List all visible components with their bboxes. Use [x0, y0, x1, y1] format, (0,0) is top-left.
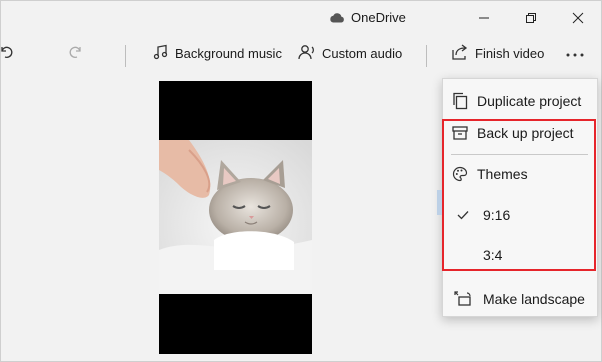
menu-item-label: 3:4 — [483, 247, 503, 263]
menu-item-aspect-9-16[interactable]: 9:16 — [443, 199, 597, 231]
menu-item-label: Duplicate project — [477, 93, 582, 109]
onedrive-label: OneDrive — [351, 10, 406, 25]
custom-audio-label: Custom audio — [322, 45, 403, 61]
background-music-label: Background music — [175, 45, 282, 61]
menu-item-label: 9:16 — [483, 207, 511, 223]
redo-button[interactable] — [67, 35, 83, 71]
toolbar-divider — [125, 45, 126, 67]
toolbar: Background music Custom audio Finish vid… — [1, 35, 601, 71]
person-audio-icon — [298, 44, 316, 63]
menu-item-duplicate-project[interactable]: Duplicate project — [443, 85, 597, 117]
background-music-button[interactable]: Background music — [153, 35, 282, 71]
ellipsis-icon — [565, 46, 585, 61]
close-button[interactable] — [567, 7, 589, 29]
undo-button[interactable] — [1, 35, 15, 71]
toolbar-divider — [426, 45, 427, 67]
kitten-photo — [159, 140, 312, 294]
onedrive-status[interactable]: OneDrive — [329, 10, 406, 25]
more-options-menu: Duplicate project Back up project Themes… — [442, 78, 598, 317]
duplicate-icon — [443, 92, 477, 110]
finish-video-button[interactable]: Finish video — [452, 35, 544, 71]
palette-icon — [443, 166, 477, 182]
redo-icon — [67, 44, 83, 63]
menu-item-label: Make landscape — [483, 291, 585, 307]
share-export-icon — [452, 43, 469, 63]
video-preview[interactable] — [159, 81, 312, 354]
more-options-button[interactable] — [565, 35, 585, 71]
undo-icon — [1, 44, 15, 63]
menu-item-aspect-3-4[interactable]: 3:4 — [443, 239, 597, 271]
menu-item-themes[interactable]: Themes — [443, 158, 597, 190]
checkmark-icon — [443, 210, 483, 220]
archive-icon — [443, 125, 477, 141]
rotate-landscape-icon — [443, 291, 483, 307]
menu-item-label: Back up project — [477, 125, 574, 141]
title-bar: OneDrive — [1, 1, 601, 35]
selection-indicator — [437, 190, 442, 215]
minimize-button[interactable] — [473, 7, 495, 29]
menu-item-make-landscape[interactable]: Make landscape — [443, 283, 597, 315]
restore-button[interactable] — [520, 7, 542, 29]
menu-item-label: Themes — [477, 166, 528, 182]
custom-audio-button[interactable]: Custom audio — [298, 35, 402, 71]
menu-item-back-up-project[interactable]: Back up project — [443, 117, 597, 149]
app-window: OneDrive Background music Custom audio F… — [0, 0, 602, 362]
finish-video-label: Finish video — [475, 45, 545, 61]
cloud-icon — [329, 12, 345, 23]
music-note-icon — [153, 44, 169, 63]
menu-divider — [451, 154, 588, 155]
